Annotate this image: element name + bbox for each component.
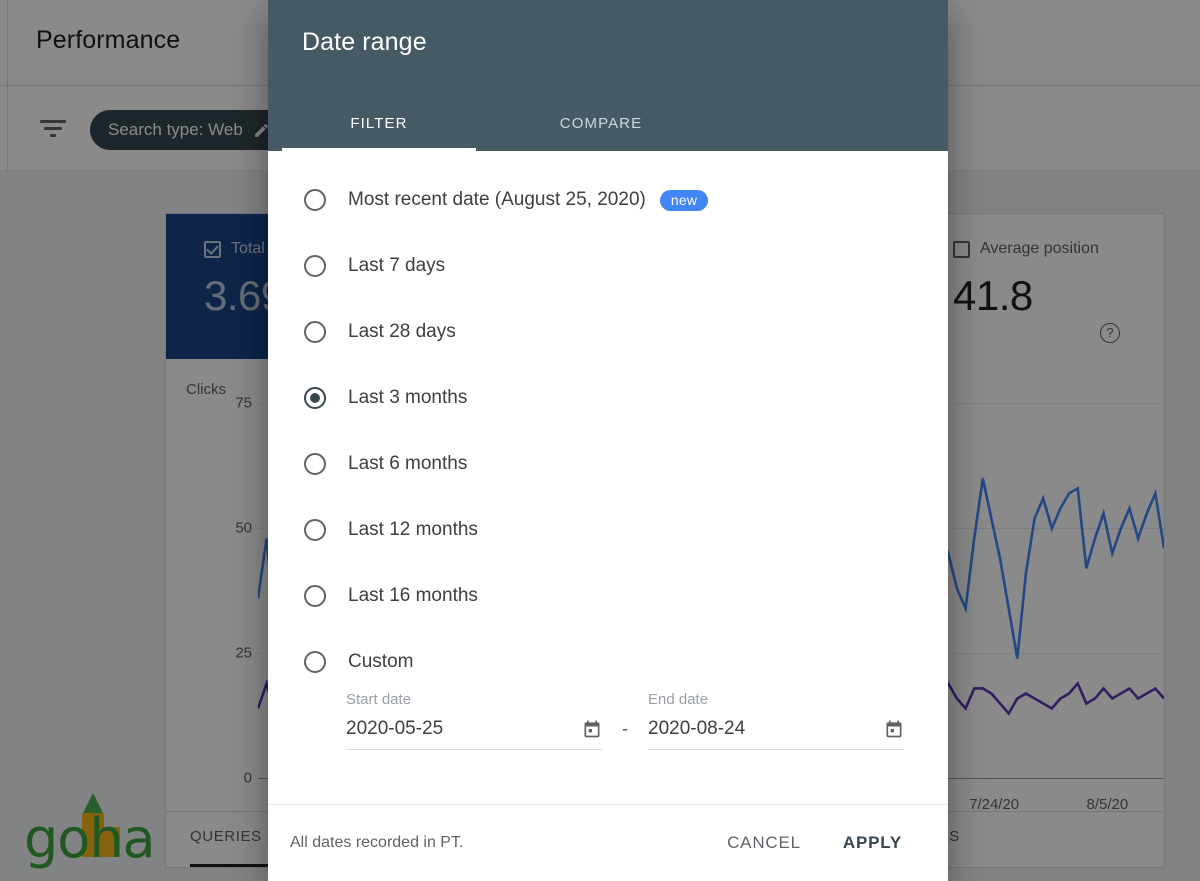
radio-last-3-months[interactable] xyxy=(304,387,326,409)
end-date-field[interactable]: End date 2020-08-24 xyxy=(648,691,904,750)
option-label: Most recent date (August 25, 2020) xyxy=(348,189,646,210)
option-label: Custom xyxy=(348,651,414,672)
end-date-value[interactable]: 2020-08-24 xyxy=(648,718,745,740)
radio-most-recent-date[interactable] xyxy=(304,189,326,211)
option-last-6-months[interactable]: Last 6 months xyxy=(268,431,948,497)
date-range-separator: - xyxy=(621,719,629,740)
option-label: Last 6 months xyxy=(348,453,468,474)
calendar-icon-end[interactable] xyxy=(884,719,904,739)
footer-actions: CANCEL APPLY xyxy=(713,823,916,863)
custom-date-fields: Start date 2020-05-25 - End date 2020-08… xyxy=(268,691,948,750)
screen: Performance Search type: Web Total 3.69K… xyxy=(0,0,1200,881)
option-custom[interactable]: Custom xyxy=(268,629,948,695)
option-last-16-months[interactable]: Last 16 months xyxy=(268,563,948,629)
dialog-header: Date range FILTER COMPARE xyxy=(268,0,948,151)
radio-last-28-days[interactable] xyxy=(304,321,326,343)
cancel-button[interactable]: CANCEL xyxy=(713,823,815,863)
option-label: Last 16 months xyxy=(348,585,478,606)
radio-last-6-months[interactable] xyxy=(304,453,326,475)
option-last-7-days[interactable]: Last 7 days xyxy=(268,233,948,299)
tab-compare[interactable]: COMPARE xyxy=(490,95,712,151)
tab-filter[interactable]: FILTER xyxy=(268,95,490,151)
calendar-icon-start[interactable] xyxy=(582,719,602,739)
option-label: Last 7 days xyxy=(348,255,446,276)
option-most-recent-date[interactable]: Most recent date (August 25, 2020) new xyxy=(268,167,948,233)
dialog-tabs: FILTER COMPARE xyxy=(268,95,712,151)
start-date-value[interactable]: 2020-05-25 xyxy=(346,718,443,740)
dialog-title: Date range xyxy=(302,28,427,56)
option-label: Last 28 days xyxy=(348,321,456,342)
radio-last-7-days[interactable] xyxy=(304,255,326,277)
start-date-label: Start date xyxy=(346,691,412,708)
dialog-footer: All dates recorded in PT. CANCEL APPLY xyxy=(268,804,948,881)
option-last-12-months[interactable]: Last 12 months xyxy=(268,497,948,563)
start-date-field[interactable]: Start date 2020-05-25 xyxy=(346,691,602,750)
footer-note: All dates recorded in PT. xyxy=(290,834,464,851)
date-range-dialog: Date range FILTER COMPARE Most recent da… xyxy=(268,0,948,881)
option-last-3-months[interactable]: Last 3 months xyxy=(268,365,948,431)
radio-custom[interactable] xyxy=(304,651,326,673)
radio-last-12-months[interactable] xyxy=(304,519,326,541)
apply-button[interactable]: APPLY xyxy=(829,823,916,863)
new-badge: new xyxy=(659,189,709,211)
end-date-row[interactable]: 2020-08-24 xyxy=(648,718,904,750)
radio-last-16-months[interactable] xyxy=(304,585,326,607)
option-last-28-days[interactable]: Last 28 days xyxy=(268,299,948,365)
option-label: Last 3 months xyxy=(348,387,468,408)
option-label: Last 12 months xyxy=(348,519,478,540)
end-date-label: End date xyxy=(648,691,709,708)
dialog-body: Most recent date (August 25, 2020) new L… xyxy=(268,151,948,804)
start-date-row[interactable]: 2020-05-25 xyxy=(346,718,602,750)
